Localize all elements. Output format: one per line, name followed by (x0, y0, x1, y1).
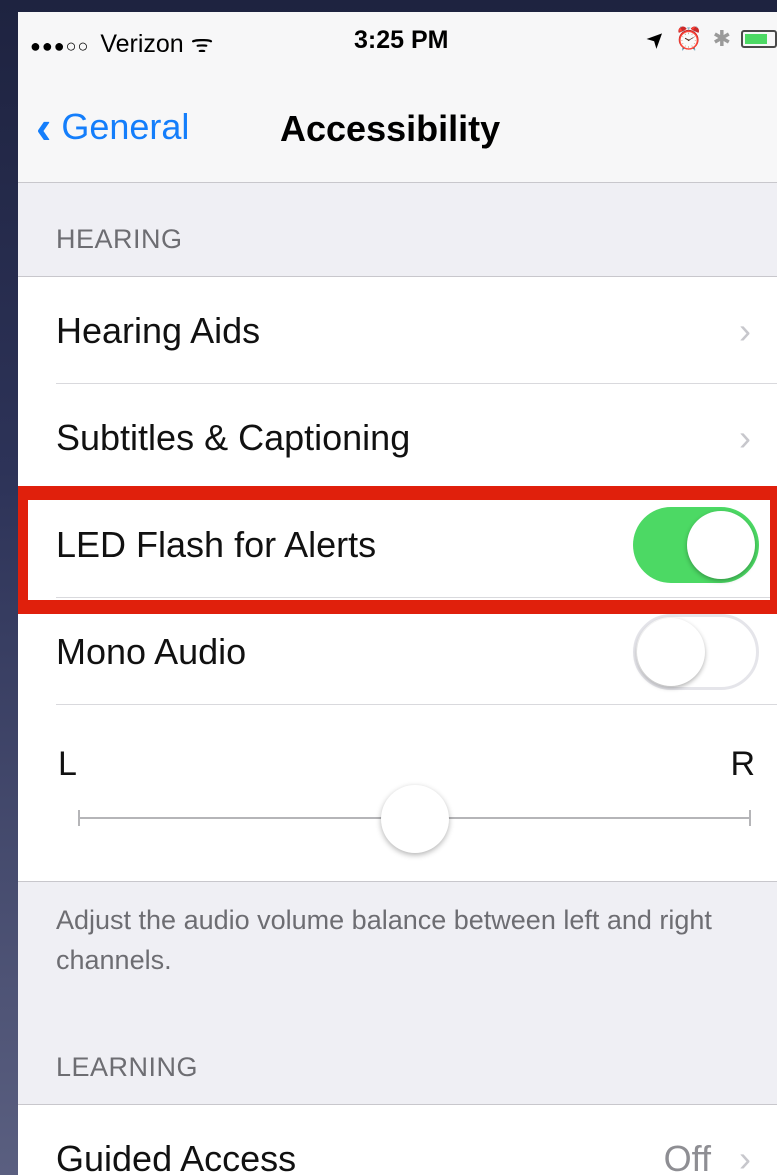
balance-slider-thumb[interactable] (380, 785, 449, 853)
led-flash-toggle[interactable] (633, 506, 759, 583)
back-button[interactable]: ‹ General (36, 104, 189, 150)
balance-right-label: R (730, 745, 755, 783)
battery-icon (741, 30, 777, 48)
alarm-icon: ⏰ (675, 26, 703, 51)
wifi-icon: ᯤ (190, 30, 214, 58)
carrier-info: ●●●○○ Verizon ᯤ (30, 26, 214, 60)
bluetooth-icon: ✱ (712, 26, 731, 51)
slider-tick-left (78, 810, 80, 826)
row-label: Mono Audio (56, 630, 247, 672)
status-bar: ●●●○○ Verizon ᯤ 3:25 PM ➤ ⏰ ✱ (18, 12, 777, 68)
chevron-right-icon: › (739, 1137, 751, 1175)
status-time: 3:25 PM (354, 26, 449, 54)
row-subtitles-captioning[interactable]: Subtitles & Captioning › (18, 384, 777, 491)
page-title: Accessibility (280, 108, 501, 149)
carrier-name: Verizon (100, 30, 184, 58)
back-chevron-icon: ‹ (36, 101, 52, 153)
phone-screen: ●●●○○ Verizon ᯤ 3:25 PM ➤ ⏰ ✱ ‹ General … (18, 12, 777, 1175)
row-hearing-aids[interactable]: Hearing Aids › (18, 277, 777, 384)
chevron-right-icon: › (739, 309, 751, 351)
learning-group: Guided Access Off › (18, 1104, 777, 1175)
location-icon: ➤ (640, 23, 671, 55)
balance-left-label: L (58, 745, 77, 783)
back-label: General (61, 106, 190, 147)
balance-description: Adjust the audio volume balance between … (56, 905, 712, 975)
row-mono-audio: Mono Audio (18, 598, 777, 705)
mono-audio-toggle[interactable] (633, 613, 759, 690)
hearing-group: Hearing Aids › Subtitles & Captioning › … (18, 276, 777, 882)
row-led-flash: LED Flash for Alerts (18, 491, 777, 598)
section-header-learning: LEARNING (56, 1052, 199, 1082)
row-label: LED Flash for Alerts (56, 523, 377, 565)
row-label: Hearing Aids (56, 309, 261, 351)
chevron-right-icon: › (739, 416, 751, 458)
toggle-knob (637, 617, 705, 686)
toggle-knob (687, 510, 755, 579)
slider-tick-right (749, 810, 751, 826)
row-guided-access[interactable]: Guided Access Off › (18, 1105, 777, 1175)
balance-slider-row: L R (18, 705, 777, 881)
signal-strength-icon: ●●●○○ (30, 36, 90, 56)
row-label: Guided Access (56, 1137, 297, 1175)
status-icons: ➤ ⏰ ✱ (640, 23, 777, 54)
navigation-bar: ‹ General Accessibility (18, 68, 777, 183)
row-label: Subtitles & Captioning (56, 416, 411, 458)
section-header-hearing: HEARING (56, 224, 183, 254)
row-value: Off (663, 1137, 711, 1175)
